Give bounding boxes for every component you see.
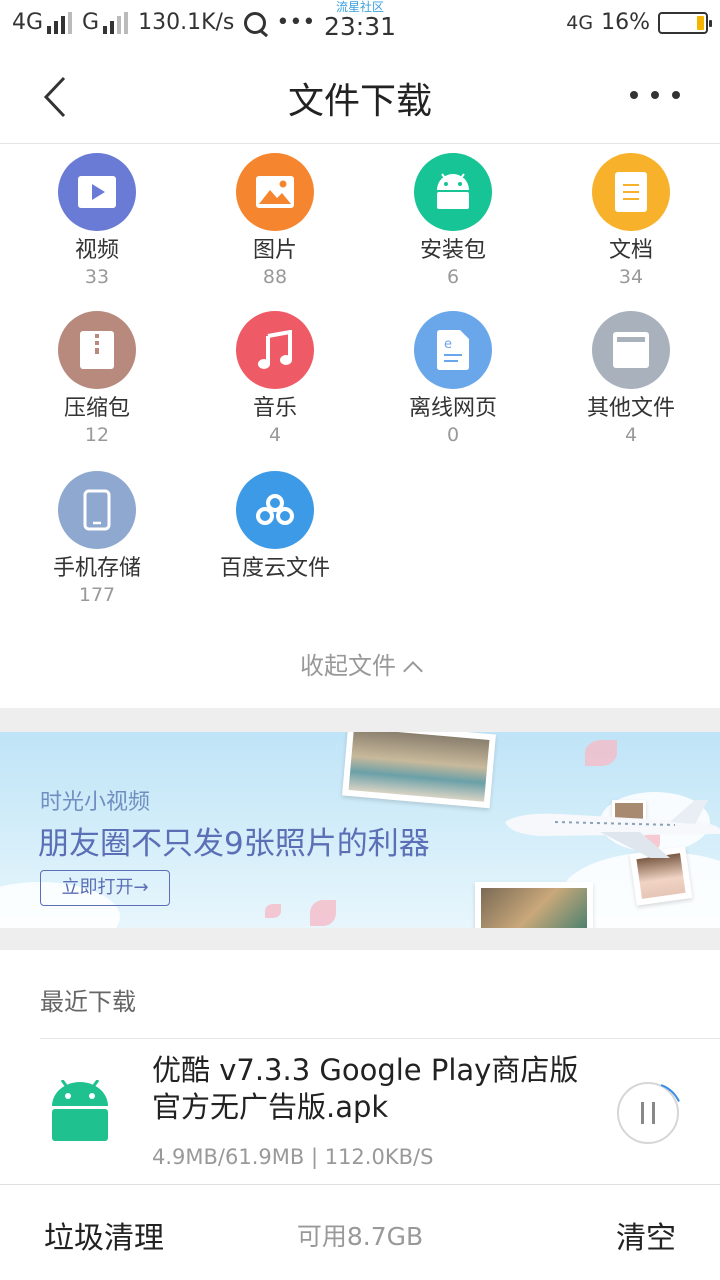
webpage-icon: e — [414, 311, 492, 389]
battery-percent: 16% — [601, 10, 650, 35]
promo-banner[interactable]: 时光小视频 朋友圈不只发9张照片的利器 立即打开→ — [0, 732, 720, 928]
status-right: 4G 16% — [566, 10, 712, 35]
petal-decoration — [585, 740, 617, 766]
section-separator — [0, 928, 720, 950]
other-file-icon — [592, 311, 670, 389]
category-baidu-cloud[interactable]: 百度云文件 — [186, 471, 364, 583]
download-progress-text: 4.9MB/61.9MB | 112.0KB/S — [152, 1145, 434, 1169]
category-label: 音乐 — [252, 396, 297, 421]
banner-open-button[interactable]: 立即打开→ — [40, 870, 170, 906]
network-type-3: 4G — [566, 11, 594, 34]
category-label: 文档 — [608, 238, 653, 263]
more-button[interactable] — [630, 80, 680, 110]
music-icon — [236, 311, 314, 389]
available-storage: 可用8.7GB — [296, 1222, 424, 1251]
document-icon — [592, 153, 670, 231]
pause-button[interactable] — [617, 1082, 679, 1144]
category-label: 其他文件 — [586, 396, 675, 421]
battery-icon — [658, 11, 712, 34]
category-archive[interactable]: 压缩包 12 — [8, 311, 186, 447]
more-dots-icon — [630, 91, 638, 99]
category-music[interactable]: 音乐 4 — [186, 311, 364, 447]
archive-icon — [58, 311, 136, 389]
collapse-label: 收起文件 — [300, 652, 396, 680]
page-title: 文件下载 — [287, 81, 432, 122]
photo-decoration — [475, 882, 593, 928]
category-image[interactable]: 图片 88 — [186, 153, 364, 289]
phone-icon — [58, 471, 136, 549]
battery-level — [697, 15, 704, 30]
category-count: 6 — [446, 266, 460, 288]
category-label: 安装包 — [419, 238, 486, 263]
download-filename: 优酷 v7.3.3 Google Play商店版 官方无广告版.apk — [152, 1053, 579, 1124]
category-count: 4 — [624, 424, 638, 446]
chevron-up-icon — [403, 661, 423, 681]
category-video[interactable]: 视频 33 — [8, 153, 186, 289]
category-other-files[interactable]: 其他文件 4 — [542, 311, 720, 447]
photo-decoration — [342, 732, 496, 809]
banner-headline: 朋友圈不只发9张照片的利器 — [38, 826, 430, 862]
android-icon — [50, 1079, 110, 1146]
petal-decoration — [265, 904, 281, 918]
category-count: 34 — [618, 266, 644, 288]
category-label: 百度云文件 — [219, 556, 330, 581]
section-separator — [0, 708, 720, 732]
category-label: 离线网页 — [408, 396, 497, 421]
svg-text:e: e — [444, 337, 452, 352]
android-icon — [414, 153, 492, 231]
category-count: 88 — [262, 266, 288, 288]
recent-downloads-heading: 最近下载 — [40, 988, 136, 1016]
image-icon — [236, 153, 314, 231]
category-offline-webpage[interactable]: e 离线网页 0 — [364, 311, 542, 447]
video-icon — [58, 153, 136, 231]
category-count: 177 — [78, 584, 116, 606]
category-phone-storage[interactable]: 手机存储 177 — [8, 471, 186, 607]
category-apk[interactable]: 安装包 6 — [364, 153, 542, 289]
category-label: 压缩包 — [63, 396, 130, 421]
category-label: 视频 — [74, 238, 119, 263]
airplane-icon — [505, 800, 720, 858]
collapse-files-button[interactable]: 收起文件 — [0, 646, 720, 681]
bottom-bar: 垃圾清理 可用8.7GB 清空 — [0, 1184, 720, 1280]
category-count: 0 — [446, 424, 460, 446]
banner-subtitle: 时光小视频 — [40, 790, 151, 815]
status-bar: 4G G 130.1K/s ••• 流星社区 23:31 4G 16% — [0, 0, 720, 50]
title-bar: 文件下载 — [0, 50, 720, 144]
category-count: 4 — [268, 424, 282, 446]
category-label: 图片 — [252, 238, 297, 263]
divider — [40, 1038, 720, 1039]
category-count: 12 — [84, 424, 110, 446]
cloud-icon — [236, 471, 314, 549]
petal-decoration — [310, 900, 336, 926]
category-document[interactable]: 文档 34 — [542, 153, 720, 289]
category-label: 手机存储 — [52, 556, 141, 581]
pause-icon — [641, 1102, 644, 1124]
clear-button[interactable]: 清空 — [616, 1213, 676, 1257]
category-count: 33 — [84, 266, 110, 288]
